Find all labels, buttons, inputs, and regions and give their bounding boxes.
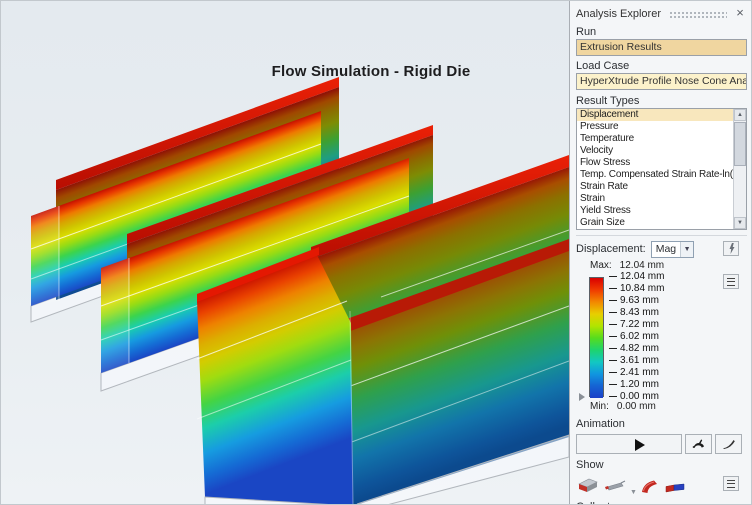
result-type-item[interactable]: Pressure — [577, 121, 733, 133]
bearing-icon — [639, 478, 661, 494]
min-label: Min: — [590, 401, 609, 412]
component-select[interactable]: Mag ▼ — [651, 241, 694, 258]
curve-icon — [722, 438, 736, 449]
viewport-3d[interactable]: Flow Simulation - Rigid Die — [1, 1, 569, 505]
result-type-item[interactable]: Strain — [577, 193, 733, 205]
panel-title: Analysis Explorer — [576, 8, 661, 20]
legend-segment — [590, 338, 603, 350]
animation-label: Animation — [576, 417, 747, 431]
legend-tick: 9.63 mm — [609, 296, 659, 306]
result-type-item[interactable]: Yield Stress — [577, 205, 733, 217]
result-type-item[interactable]: Flow Stress — [577, 157, 733, 169]
result-types-label: Result Types — [576, 94, 747, 108]
run-field[interactable]: Extrusion Results — [576, 39, 747, 56]
divider — [576, 235, 747, 236]
legend-colorbar — [589, 277, 604, 397]
legend-segment — [590, 326, 603, 338]
legend-menu-button[interactable] — [723, 274, 739, 289]
legend-tick: 10.84 mm — [609, 284, 664, 294]
scroll-up-icon[interactable]: ▲ — [734, 109, 746, 121]
profile-icon — [665, 481, 687, 494]
legend-tick: 4.82 mm — [609, 344, 659, 354]
show-toolbar: ▼ — [576, 473, 747, 497]
close-icon[interactable]: × — [733, 7, 747, 21]
show-profile-button[interactable] — [665, 481, 687, 497]
list-icon — [727, 480, 735, 488]
legend-segment — [590, 350, 603, 362]
legend-tick: 3.61 mm — [609, 356, 659, 366]
load-case-label: Load Case — [576, 59, 747, 73]
legend-tick: 1.20 mm — [609, 380, 659, 390]
bolt-icon — [728, 243, 735, 254]
animation-ramp-button[interactable] — [715, 434, 742, 454]
show-bearing-button[interactable] — [639, 478, 661, 497]
animation-controls — [576, 433, 747, 454]
legend-min: Min: 0.00 mm — [576, 400, 747, 413]
application-window: Flow Simulation - Rigid Die Analysis Exp… — [0, 0, 752, 505]
legend-tick: 6.02 mm — [609, 332, 659, 342]
result-type-item[interactable]: Velocity — [577, 145, 733, 157]
result-types-list: DisplacementPressureTemperatureVelocityF… — [577, 109, 733, 229]
run-label: Run — [576, 25, 747, 39]
billet-icon — [604, 479, 626, 494]
max-value: 12.04 mm — [620, 260, 664, 271]
result-type-item[interactable]: Grain Size — [577, 217, 733, 229]
rabbit-icon — [692, 438, 706, 449]
legend-tick: 12.04 mm — [609, 272, 664, 282]
play-icon — [635, 439, 645, 451]
legend-tick: 0.00 mm — [609, 392, 659, 402]
legend-segment — [590, 302, 603, 314]
result-type-item[interactable]: Displacement — [577, 109, 733, 121]
chevron-down-icon[interactable]: ▼ — [680, 242, 693, 257]
legend-segment — [590, 386, 603, 398]
show-options-button[interactable] — [723, 476, 739, 491]
legend-segment — [590, 374, 603, 386]
legend-segment — [590, 278, 603, 290]
panel-titlebar: Analysis Explorer × — [576, 5, 747, 23]
scene-title: Flow Simulation - Rigid Die — [211, 63, 531, 80]
max-label: Max: — [590, 260, 612, 271]
callouts-label: Callouts — [576, 500, 747, 505]
legend-segment — [590, 290, 603, 302]
show-billet-button[interactable] — [604, 479, 626, 497]
play-button[interactable] — [576, 434, 682, 454]
legend: 12.04 mm 10.84 mm 9.63 mm 8.43 mm 7.22 mm 6.0… — [576, 274, 747, 400]
menu-icon — [727, 278, 735, 286]
result-types-listbox: DisplacementPressureTemperatureVelocityF… — [576, 108, 747, 230]
legend-tick: 8.43 mm — [609, 308, 659, 318]
drag-handle[interactable] — [669, 10, 727, 18]
component-label: Displacement: — [576, 243, 646, 255]
legend-segment — [590, 362, 603, 374]
component-row: Displacement: Mag ▼ — [576, 239, 747, 259]
legend-segment — [590, 314, 603, 326]
result-type-item[interactable]: Strain Rate — [577, 181, 733, 193]
animation-speed-button[interactable] — [685, 434, 712, 454]
show-die-button[interactable] — [576, 477, 600, 497]
die-icon — [576, 477, 600, 494]
scroll-thumb[interactable] — [734, 122, 746, 166]
legend-quick-edit-button[interactable] — [723, 241, 739, 256]
component-value: Mag — [652, 243, 680, 255]
show-billet-caret-icon[interactable]: ▼ — [630, 489, 637, 496]
legend-tick: 7.22 mm — [609, 320, 659, 330]
legend-min-marker-icon[interactable] — [579, 393, 585, 401]
scroll-down-icon[interactable]: ▼ — [734, 217, 746, 229]
min-value: 0.00 mm — [617, 401, 656, 412]
result-type-item[interactable]: Temperature — [577, 133, 733, 145]
result-type-item[interactable]: Temp. Compensated Strain Rate-ln(Z) — [577, 169, 733, 181]
analysis-explorer-panel: Analysis Explorer × Run Extrusion Result… — [569, 1, 752, 505]
result-types-scrollbar[interactable]: ▲ ▼ — [733, 109, 746, 229]
load-case-field[interactable]: HyperXtrude Profile Nose Cone Analysis — [576, 73, 747, 90]
show-label: Show — [576, 458, 747, 472]
legend-tick: 2.41 mm — [609, 368, 659, 378]
